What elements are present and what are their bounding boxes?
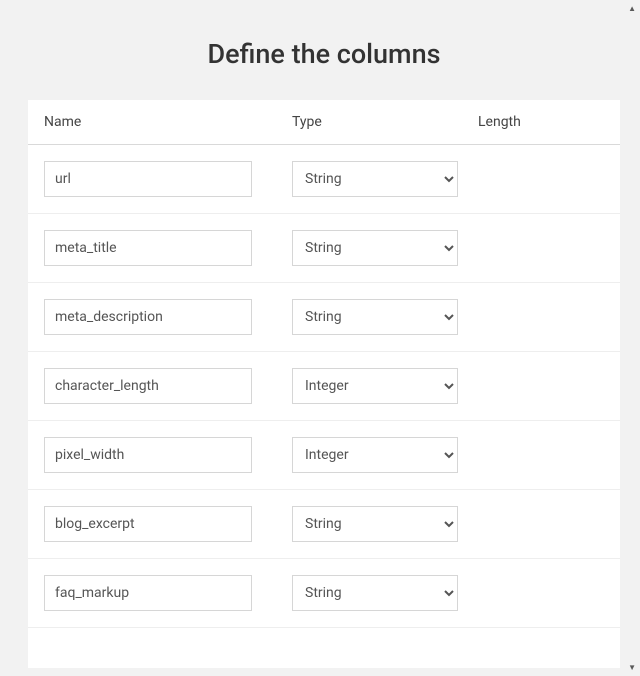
column-name-input[interactable] xyxy=(44,368,252,404)
table-row: StringInteger xyxy=(28,421,620,490)
column-type-select[interactable]: StringInteger xyxy=(292,575,458,611)
column-name-input[interactable] xyxy=(44,506,252,542)
column-name-input[interactable] xyxy=(44,230,252,266)
column-type-select[interactable]: StringInteger xyxy=(292,299,458,335)
header-type: Type xyxy=(292,114,478,130)
main-scroll-area[interactable]: Define the columns Name Type Length Stri… xyxy=(0,0,640,676)
column-name-input[interactable] xyxy=(44,161,252,197)
column-name-input[interactable] xyxy=(44,575,252,611)
page-title: Define the columns xyxy=(28,38,620,70)
table-row: StringInteger xyxy=(28,145,620,214)
table-row: StringInteger xyxy=(28,490,620,559)
column-type-select[interactable]: StringInteger xyxy=(292,230,458,266)
column-type-select[interactable]: StringInteger xyxy=(292,161,458,197)
table-row: StringInteger xyxy=(28,352,620,421)
header-length: Length xyxy=(478,114,604,130)
header-name: Name xyxy=(44,114,292,130)
table-header-row: Name Type Length xyxy=(28,100,620,145)
table-row: StringInteger xyxy=(28,283,620,352)
table-row: StringInteger xyxy=(28,214,620,283)
column-type-select[interactable]: StringInteger xyxy=(292,368,458,404)
column-type-select[interactable]: StringInteger xyxy=(292,506,458,542)
column-name-input[interactable] xyxy=(44,437,252,473)
columns-table: Name Type Length StringInteger StringInte… xyxy=(28,100,620,668)
column-type-select[interactable]: StringInteger xyxy=(292,437,458,473)
table-footer-spacer xyxy=(28,628,620,668)
column-name-input[interactable] xyxy=(44,299,252,335)
table-row: StringInteger xyxy=(28,559,620,628)
